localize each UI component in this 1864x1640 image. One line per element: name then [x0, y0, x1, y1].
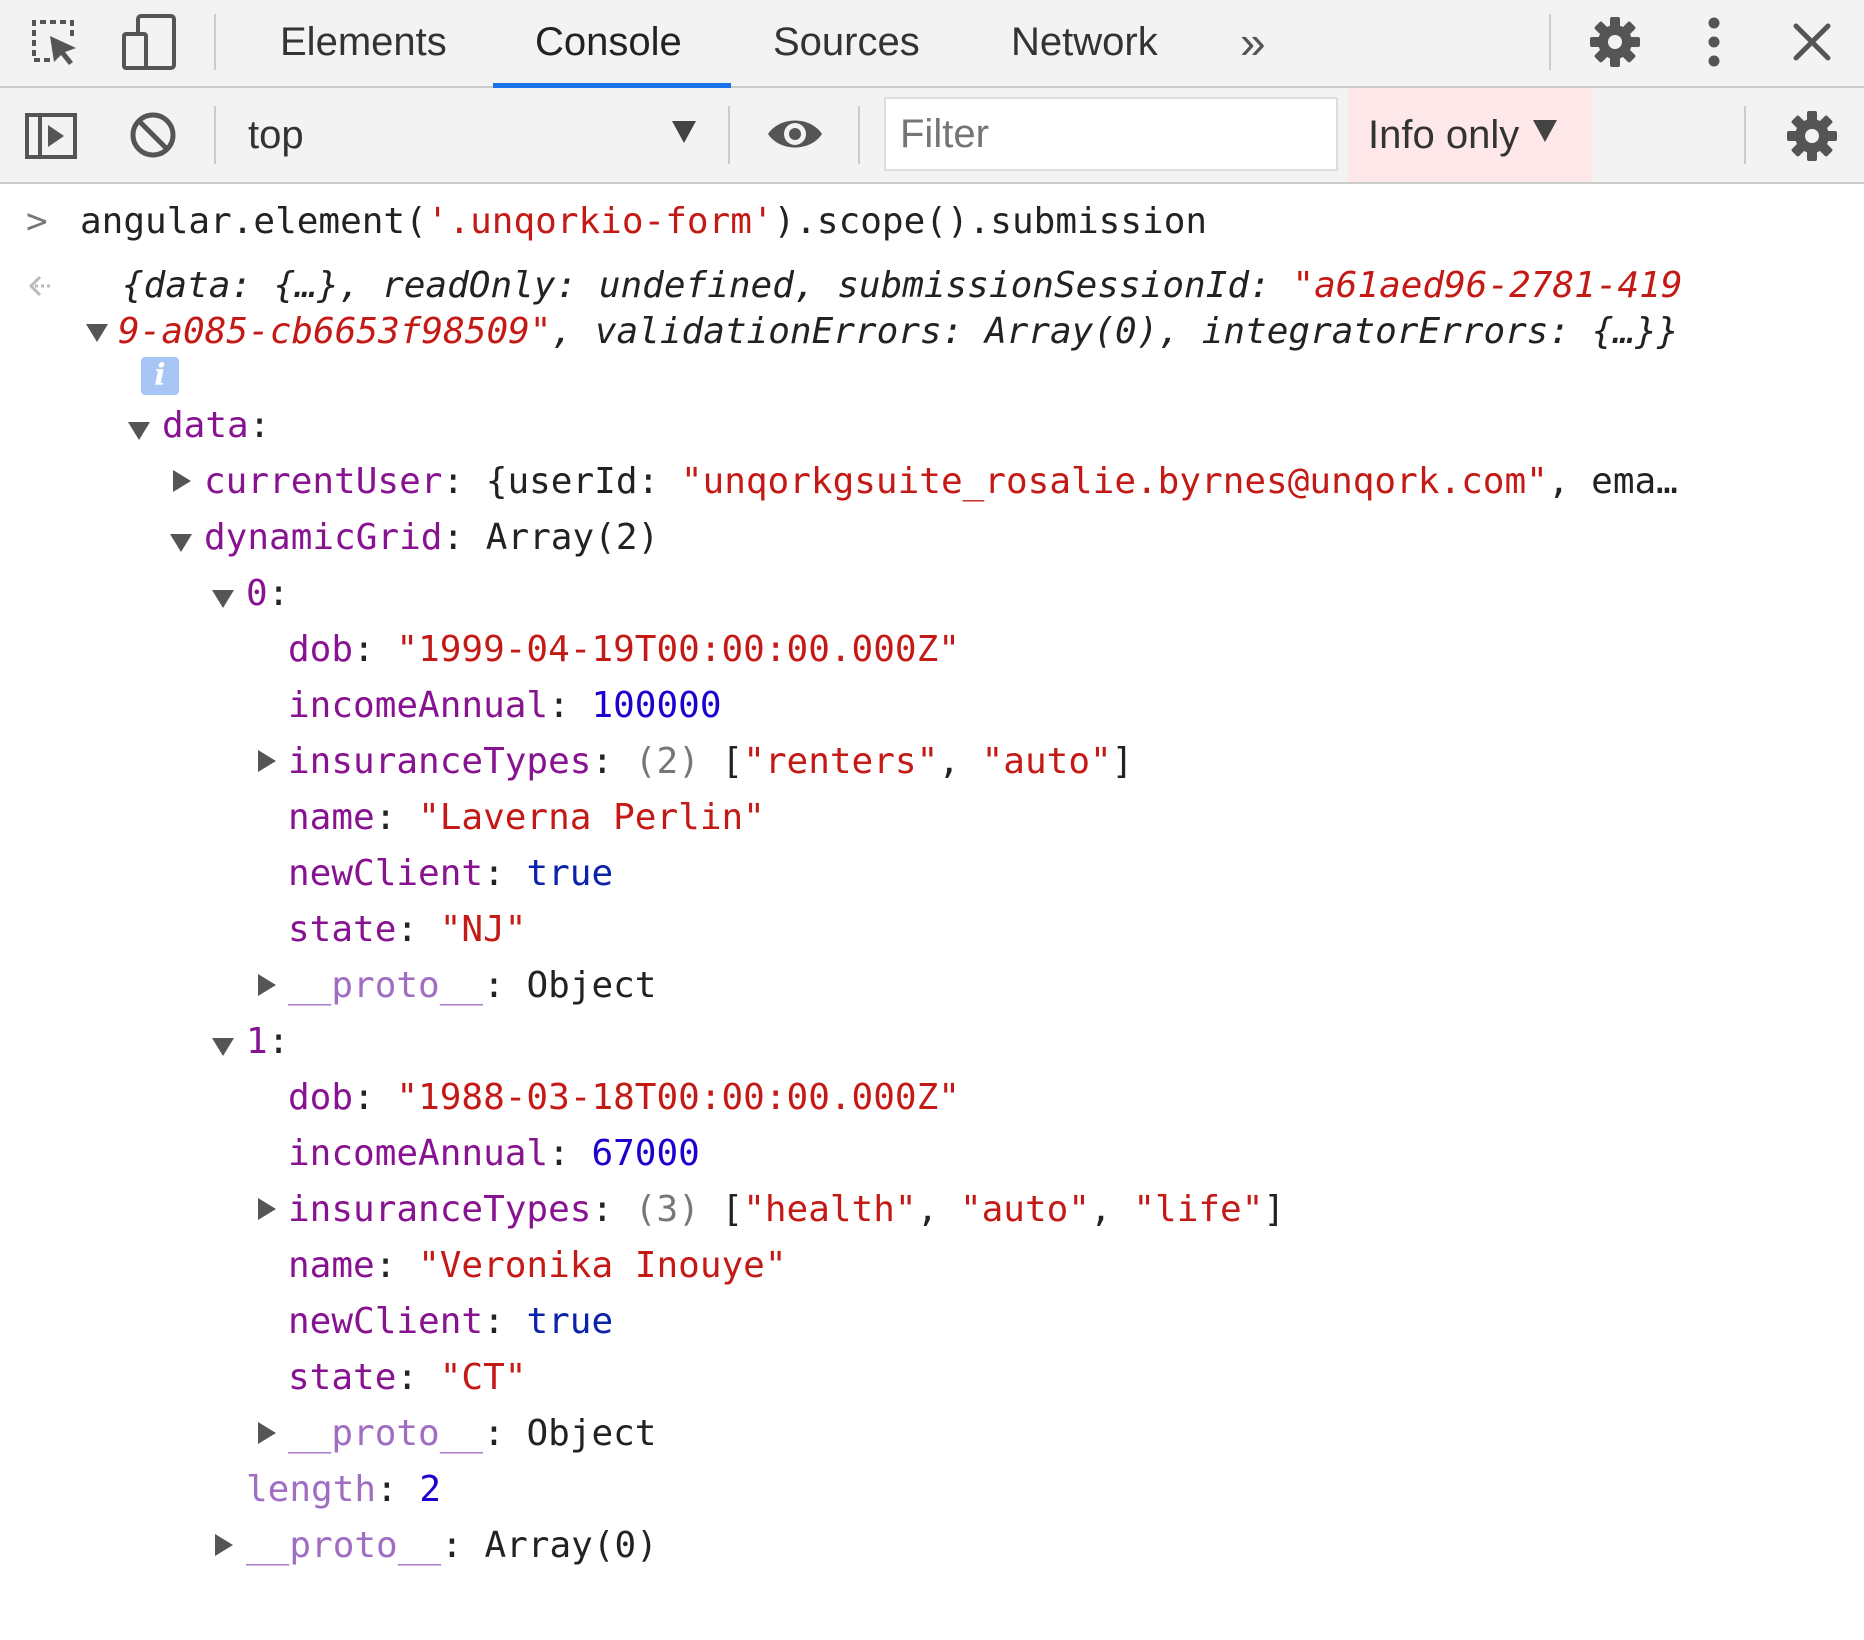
tab-elements[interactable]: Elements [280, 0, 447, 88]
prop-income-annual: incomeAnnual: 67000 [288, 1133, 700, 1174]
more-options-icon[interactable] [1704, 16, 1724, 68]
expand-insurance-types-toggle[interactable] [258, 1198, 276, 1220]
toolbar-divider [858, 106, 860, 164]
prop-proto[interactable]: __proto__: Object [288, 1412, 656, 1456]
console-output: > angular.element('.unqorkio-form').scop… [0, 184, 1864, 1640]
clear-console-icon[interactable] [128, 110, 178, 160]
inspect-element-icon[interactable] [28, 16, 82, 70]
prop-insurance-types[interactable]: insuranceTypes: (2) ["renters", "auto"] [288, 740, 1133, 784]
toolbar-divider [1549, 14, 1551, 70]
devtools-tab-bar: Elements Console Sources Network » [0, 0, 1864, 88]
toolbar-divider [1744, 106, 1746, 164]
prop-proto[interactable]: __proto__: Object [288, 964, 656, 1008]
show-sidebar-icon[interactable] [24, 112, 78, 160]
result-arrow-icon [28, 275, 52, 297]
prop-array-proto[interactable]: __proto__: Array(0) [246, 1524, 658, 1568]
context-dropdown-arrow-icon[interactable] [672, 121, 696, 143]
console-toolbar: top Info only [0, 88, 1864, 184]
expand-array-proto-toggle[interactable] [215, 1534, 233, 1556]
prop-new-client: newClient: true [288, 1301, 614, 1342]
expand-data-toggle[interactable] [128, 422, 150, 440]
info-icon[interactable]: i [141, 357, 179, 395]
result-summary-line-2[interactable]: 9-a085-cb6653f98509", validationErrors: … [118, 310, 1679, 354]
settings-gear-icon[interactable] [1589, 16, 1641, 68]
prop-dob: dob: "1988-03-18T00:00:00.000Z" [288, 1077, 960, 1118]
tree-node-data[interactable]: data: [162, 404, 270, 448]
toolbar-divider [728, 106, 730, 164]
prop-name: name: "Laverna Perlin" [288, 797, 765, 838]
tree-node-item-0[interactable]: 0: [246, 572, 289, 616]
tab-console[interactable]: Console [535, 0, 682, 88]
prop-new-client: newClient: true [288, 853, 614, 894]
prop-insurance-types[interactable]: insuranceTypes: (3) ["health", "auto", "… [288, 1188, 1285, 1232]
console-settings-gear-icon[interactable] [1786, 110, 1838, 162]
prop-dob: dob: "1999-04-19T00:00:00.000Z" [288, 629, 960, 670]
prop-state: state: "NJ" [288, 909, 527, 950]
prop-name: name: "Veronika Inouye" [288, 1245, 787, 1286]
chevron-down-icon [1533, 120, 1558, 142]
close-icon[interactable] [1792, 22, 1832, 62]
expand-dynamicgrid-toggle[interactable] [170, 534, 192, 552]
tab-sources[interactable]: Sources [773, 0, 920, 88]
live-expression-eye-icon[interactable] [766, 114, 824, 154]
context-selector[interactable]: top [248, 88, 304, 182]
tree-node-currentuser[interactable]: currentUser: {userId: "unqorkgsuite_rosa… [204, 460, 1678, 504]
expand-item-0-toggle[interactable] [212, 590, 234, 608]
more-tabs-chevron-icon[interactable]: » [1240, 0, 1266, 88]
toolbar-divider [214, 106, 216, 164]
tree-node-dynamicgrid[interactable]: dynamicGrid: Array(2) [204, 516, 659, 560]
toolbar-divider [214, 14, 216, 70]
expand-currentuser-toggle[interactable] [173, 470, 191, 492]
log-levels-label: Info only [1368, 113, 1520, 157]
expand-proto-toggle[interactable] [258, 974, 276, 996]
log-levels-dropdown[interactable]: Info only [1348, 88, 1592, 182]
console-input-line: angular.element('.unqorkio-form').scope(… [80, 201, 1208, 242]
expand-proto-toggle[interactable] [258, 1422, 276, 1444]
tree-node-item-1[interactable]: 1: [246, 1020, 289, 1064]
expand-insurance-types-toggle[interactable] [258, 750, 276, 772]
device-toolbar-icon[interactable] [120, 12, 180, 72]
prop-length: length: 2 [246, 1469, 442, 1510]
filter-input[interactable] [884, 97, 1338, 171]
input-prompt-icon: > [26, 201, 48, 242]
result-summary-line-1[interactable]: {data: {…}, readOnly: undefined, submiss… [122, 264, 1683, 308]
expand-result-toggle[interactable] [86, 324, 108, 342]
expand-item-1-toggle[interactable] [212, 1038, 234, 1056]
prop-state: state: "CT" [288, 1357, 527, 1398]
prop-income-annual: incomeAnnual: 100000 [288, 685, 722, 726]
tab-network[interactable]: Network [1011, 0, 1158, 88]
